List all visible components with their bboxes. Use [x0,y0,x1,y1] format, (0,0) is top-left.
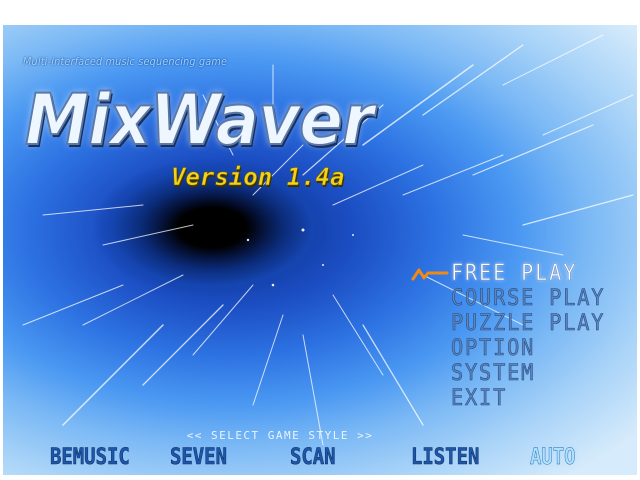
main-menu: FREE PLAY COURSE PLAY PUZZLE PLAY OPTION… [451,261,631,412]
style-scan[interactable]: SCAN [290,445,336,471]
wave-cursor-icon [411,268,449,281]
version-label: Version 1.4a [171,163,345,192]
title-screen: Multi-interfaced music sequencing game M… [3,25,637,475]
menu-item-puzzle-play[interactable]: PUZZLE PLAY [451,311,617,337]
game-logo: MixWaver [24,78,375,162]
game-window: Multi-interfaced music sequencing game M… [0,0,640,480]
style-seven[interactable]: SEVEN [170,445,227,471]
game-subtitle: Multi-interfaced music sequencing game [23,55,228,68]
menu-item-option[interactable]: OPTION [451,336,617,362]
menu-item-course-play[interactable]: COURSE PLAY [451,286,617,312]
select-style-hint: << SELECT GAME STYLE >> [186,429,374,442]
menu-item-free-play[interactable]: FREE PLAY [451,261,617,287]
style-listen[interactable]: LISTEN [411,445,480,471]
style-auto[interactable]: AUTO [530,445,576,471]
menu-item-exit[interactable]: EXIT [451,386,617,412]
menu-item-system[interactable]: SYSTEM [451,361,617,387]
style-bemusic[interactable]: BEMUSIC [50,445,130,471]
